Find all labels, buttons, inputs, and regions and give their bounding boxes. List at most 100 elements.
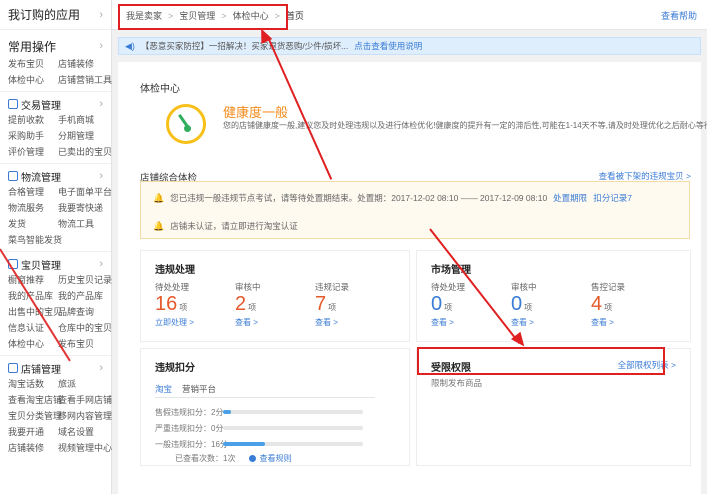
deduct-bar [223, 410, 363, 414]
sidebar-section-title: 常用操作 › [8, 36, 103, 56]
sidebar-link[interactable]: 店铺营销工具 [58, 74, 112, 87]
sidebar-link[interactable]: 店铺装修 [58, 58, 108, 71]
warning-line: 🔔 您已违规一般违规节点考试，请等待处置期结束。处置期：2017-12-02 0… [153, 192, 632, 204]
metric-unit: 项 [524, 303, 533, 312]
metric-unit: 项 [179, 303, 188, 312]
bell-icon: 🔔 [153, 220, 165, 231]
sidebar-link[interactable]: 域名设置 [58, 426, 108, 439]
sidebar-link[interactable]: 发布宝贝 [8, 58, 58, 71]
section-title: 物流管理 [21, 172, 61, 184]
metric-link[interactable]: 立即处理 > [155, 317, 235, 328]
rule-icon [249, 455, 257, 462]
health-desc: 您的店铺健康度一般,建议您及时处理违规以及进行体检优化!健康度的提升有一定的滞后… [223, 121, 707, 130]
breadcrumb-current: 首页 [285, 11, 304, 21]
sidebar-link[interactable]: 历史宝贝记录 [58, 274, 112, 287]
sidebar-link[interactable]: 我要开通 [8, 426, 58, 439]
sidebar-link[interactable]: 我的产品库 [58, 290, 108, 303]
trade-icon [8, 99, 18, 109]
metric-value: 0 [511, 293, 523, 315]
deduct-bar [223, 426, 363, 430]
health-panel: 体检中心 健康度一般 您的店铺健康度一般,建议您及时处理违规以及进行体检优化!健… [118, 62, 707, 494]
annotation-box [417, 347, 665, 375]
sidebar-link[interactable]: 体检中心 [8, 338, 58, 351]
sidebar-link[interactable]: 出售中的宝贝 [8, 306, 62, 319]
sidebar-link[interactable]: 淘宝话数 [8, 378, 58, 391]
sidebar-link[interactable]: 视频管理中心 [58, 442, 112, 455]
deduct-record-link[interactable]: 扣分记录7 [593, 192, 632, 204]
gauge-dot [184, 125, 191, 132]
sidebar-section-title: 宝贝管理 › [8, 256, 103, 272]
metric-value: 0 [431, 293, 443, 315]
sidebar-link[interactable]: 查看手网店铺 [58, 394, 112, 407]
sidebar-link[interactable]: 菜鸟智能发货 [8, 234, 62, 247]
sidebar-section-trade: 交易管理 › 提前收款 手机商城 采购助手 分期管理 评价管理 已卖出的宝贝 [0, 92, 112, 164]
bell-icon: 🔔 [153, 192, 165, 203]
metric-link[interactable]: 查看 > [235, 317, 315, 328]
shop-icon [8, 363, 18, 373]
metric-link[interactable]: 查看 > [591, 317, 671, 328]
sidebar-link[interactable]: 采购助手 [8, 130, 58, 143]
sidebar-link[interactable]: 体检中心 [8, 74, 58, 87]
metric-label: 售控记录 [591, 282, 626, 292]
deduct-row: 严重违规扣分：0分 [155, 423, 223, 434]
metric-label: 待处处理 [155, 282, 190, 292]
deduct-label: 一般违规扣分：16分 [155, 440, 228, 449]
sidebar-link[interactable]: 查看淘宝店铺 [8, 394, 62, 407]
sidebar-link[interactable]: 品牌查询 [58, 306, 108, 319]
sidebar-link[interactable]: 旅派 [58, 378, 108, 391]
deduct-bar [223, 442, 363, 446]
sidebar-link[interactable]: 评价管理 [8, 146, 58, 159]
restrict-text: 限制发布商品 [431, 378, 483, 388]
sidebar-link[interactable]: 手机商城 [58, 114, 108, 127]
deduct-card: 违规扣分 淘宝 营销平台 售假违规扣分：2分 严重违规扣分：0分 一般违规扣分：… [140, 348, 410, 466]
sidebar-link[interactable]: 发货 [8, 218, 58, 231]
metric-value: 7 [315, 293, 327, 315]
chevron-right-icon: › [99, 40, 103, 52]
rule-link-label: 查看规则 [259, 454, 292, 463]
sidebar-header[interactable]: 我订购的应用 › [0, 0, 111, 30]
sidebar-link[interactable]: 我要寄快递 [58, 202, 108, 215]
sidebar-link[interactable]: 宝贝分类管理 [8, 410, 62, 423]
chevron-right-icon: › [99, 98, 103, 110]
sidebar-link[interactable]: 物流服务 [8, 202, 58, 215]
sidebar-link[interactable]: 移网内容管理 [58, 410, 112, 423]
violations-card: 违规处理 待处处理 16 项 立即处理 > 审核中 2项 查看 > 违规记录 7项 [140, 250, 410, 342]
sidebar-link[interactable]: 分期管理 [58, 130, 108, 143]
sidebar-link[interactable]: 店铺装修 [8, 442, 58, 455]
metric: 待处处理 0项 查看 > [431, 281, 511, 328]
metric-label: 审核中 [235, 282, 261, 292]
metric-label: 审核中 [511, 282, 537, 292]
metric-unit: 项 [444, 303, 453, 312]
metric-value: 2 [235, 293, 247, 315]
metric-unit: 项 [604, 303, 613, 312]
sidebar-link[interactable]: 提前收款 [8, 114, 58, 127]
warning-text: 您已违规一般违规节点考试，请等待处置期结束。处置期：2017-12-02 08:… [170, 193, 548, 203]
metric-link[interactable]: 查看 > [511, 317, 591, 328]
help-link[interactable]: 查看帮助 [661, 9, 697, 22]
chevron-right-icon: › [99, 362, 103, 374]
tab-marketing[interactable]: 营销平台 [182, 383, 216, 398]
metric-link[interactable]: 查看 > [315, 317, 395, 328]
view-count: 已查看次数：1次 [175, 454, 236, 463]
sidebar-link[interactable]: 物流工具 [58, 218, 108, 231]
notice-bar: ◀) 【恶意买家防控】一招解决！买家退货恶购/少件/损坏... 点击查看使用说明 [118, 37, 701, 55]
warning-text: 店铺未认证，请立即进行淘宝认证 [170, 221, 298, 231]
sidebar-section-title: 物流管理 › [8, 168, 103, 184]
speaker-icon: ◀) [125, 40, 135, 51]
sidebar-link[interactable]: 合格管理 [8, 186, 58, 199]
sidebar-link[interactable]: 已卖出的宝贝 [58, 146, 112, 159]
deadline-link[interactable]: 处置期限 [553, 192, 587, 204]
main-content: 我是卖家 > 宝贝管理 > 体检中心 > 首页 查看帮助 ◀) 【恶意买家防控】… [112, 0, 707, 494]
notice-link[interactable]: 点击查看使用说明 [354, 40, 422, 52]
sidebar-link[interactable]: 发布宝贝 [58, 338, 108, 351]
sidebar-section-title: 店铺管理 › [8, 360, 103, 376]
sidebar-header-title: 我订购的应用 [8, 8, 81, 22]
sidebar-link[interactable]: 仓库中的宝贝 [58, 322, 112, 335]
chevron-right-icon: › [99, 170, 103, 182]
metric: 审核中 0项 查看 > [511, 281, 591, 328]
warning-line: 🔔 店铺未认证，请立即进行淘宝认证 [153, 220, 298, 232]
sidebar-link[interactable]: 电子面单平台 [58, 186, 112, 199]
deduct-row: 售假违规扣分：2分 [155, 407, 223, 418]
view-rules-link[interactable]: 查看规则 [249, 453, 291, 464]
tab-taobao[interactable]: 淘宝 [155, 383, 173, 398]
